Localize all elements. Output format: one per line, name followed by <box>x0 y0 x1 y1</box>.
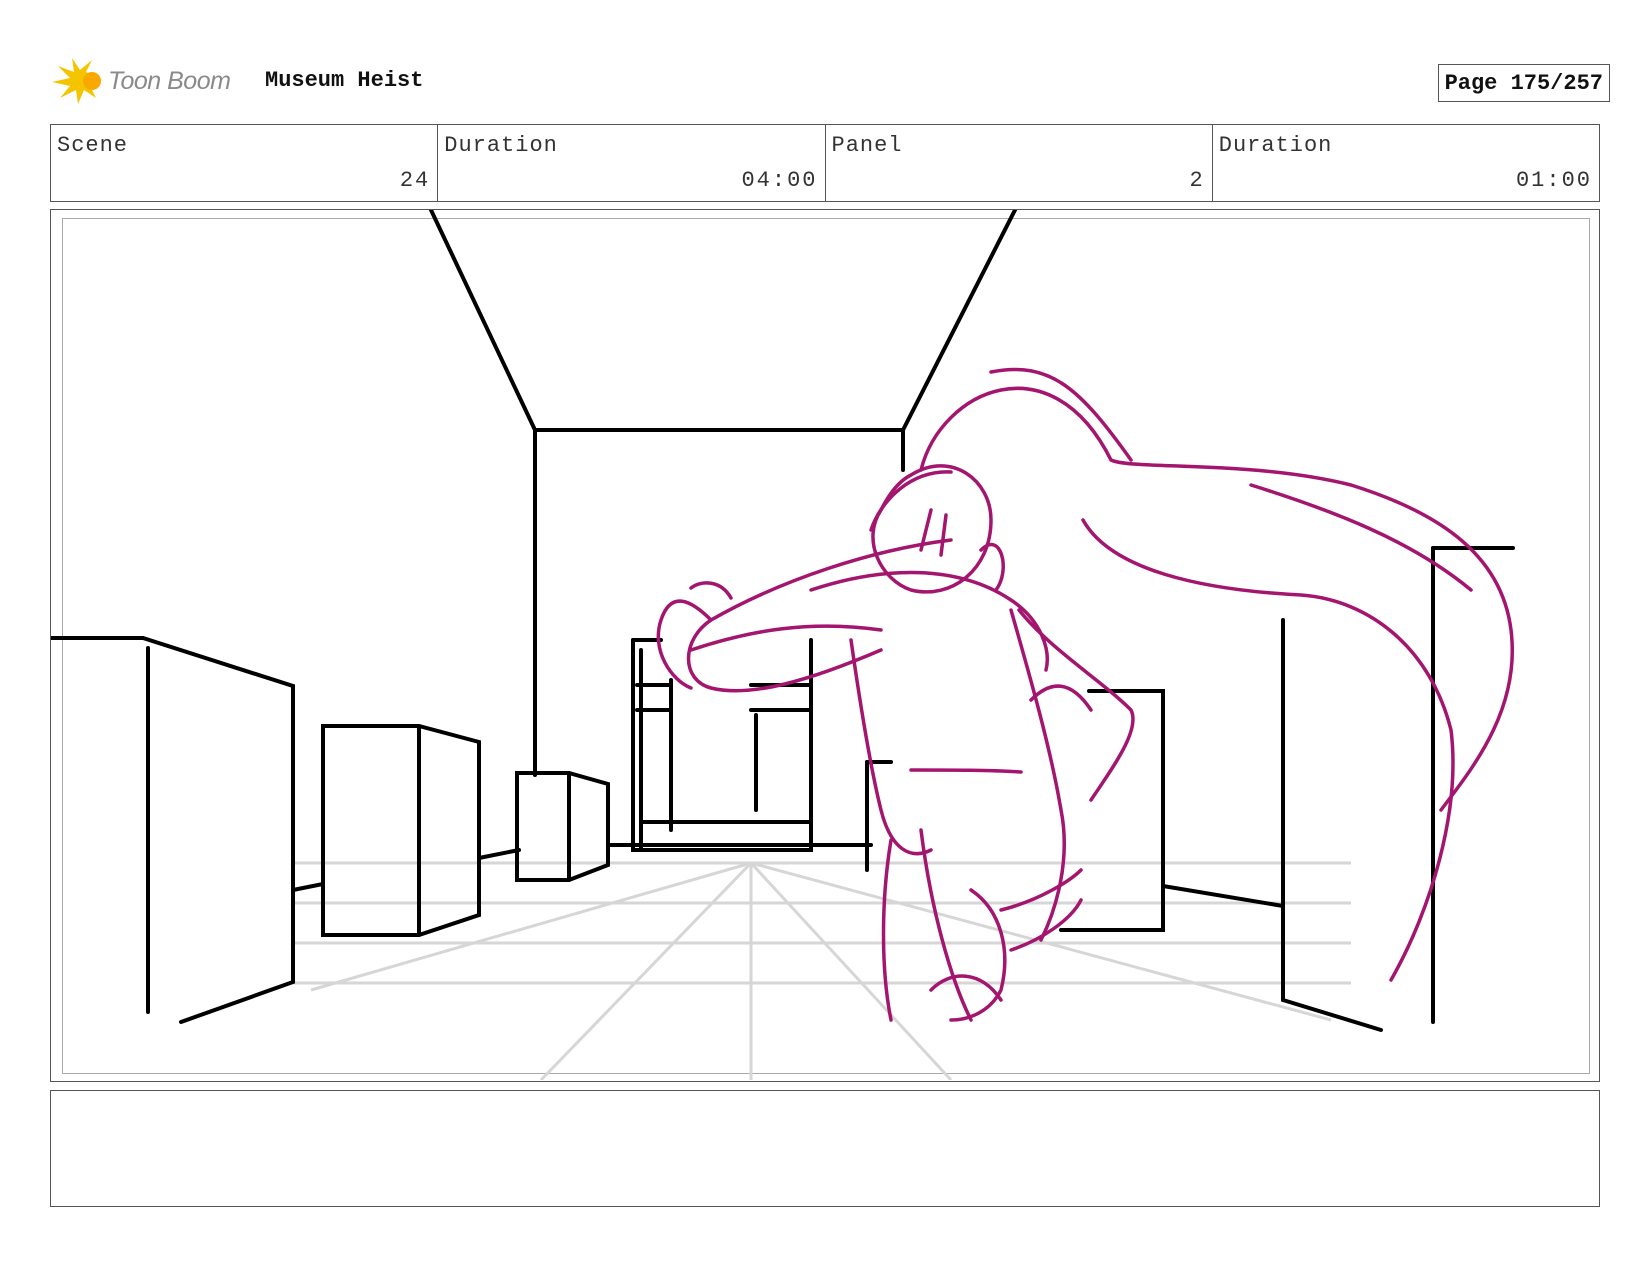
logo-text: Toon Boom <box>108 67 231 95</box>
panel-notes-area[interactable] <box>50 1090 1600 1207</box>
storyboard-panel <box>50 209 1600 1082</box>
panel-duration-value: 01:00 <box>1515 168 1592 193</box>
scene-duration-cell: Duration 04:00 <box>438 125 826 201</box>
toon-boom-logo: Toon Boom <box>52 58 252 104</box>
room-architecture <box>51 210 1515 1032</box>
page-indicator: Page 175/257 <box>1437 64 1610 102</box>
sketch-drawing <box>51 210 1515 1080</box>
scene-cell: Scene 24 <box>51 125 439 201</box>
scene-duration-value: 04:00 <box>741 168 818 193</box>
character-sketch <box>656 367 1514 1022</box>
star-burst-icon <box>52 58 102 104</box>
scene-value: 24 <box>399 168 431 193</box>
panel-duration-cell: Duration 01:00 <box>1213 125 1599 201</box>
project-title: Museum Heist <box>265 68 424 93</box>
scene-label: Scene <box>57 133 129 158</box>
panel-cell: Panel 2 <box>826 125 1213 201</box>
panel-value: 2 <box>1189 168 1205 193</box>
panel-label: Panel <box>831 133 903 158</box>
panel-duration-label: Duration <box>1218 133 1333 158</box>
storyboard-header: Toon Boom Museum Heist Page 175/257 <box>52 56 1610 106</box>
scene-info-row: Scene 24 Duration 04:00 Panel 2 Duration… <box>50 124 1600 202</box>
floor-grid <box>291 861 1351 1080</box>
scene-duration-label: Duration <box>444 133 558 158</box>
